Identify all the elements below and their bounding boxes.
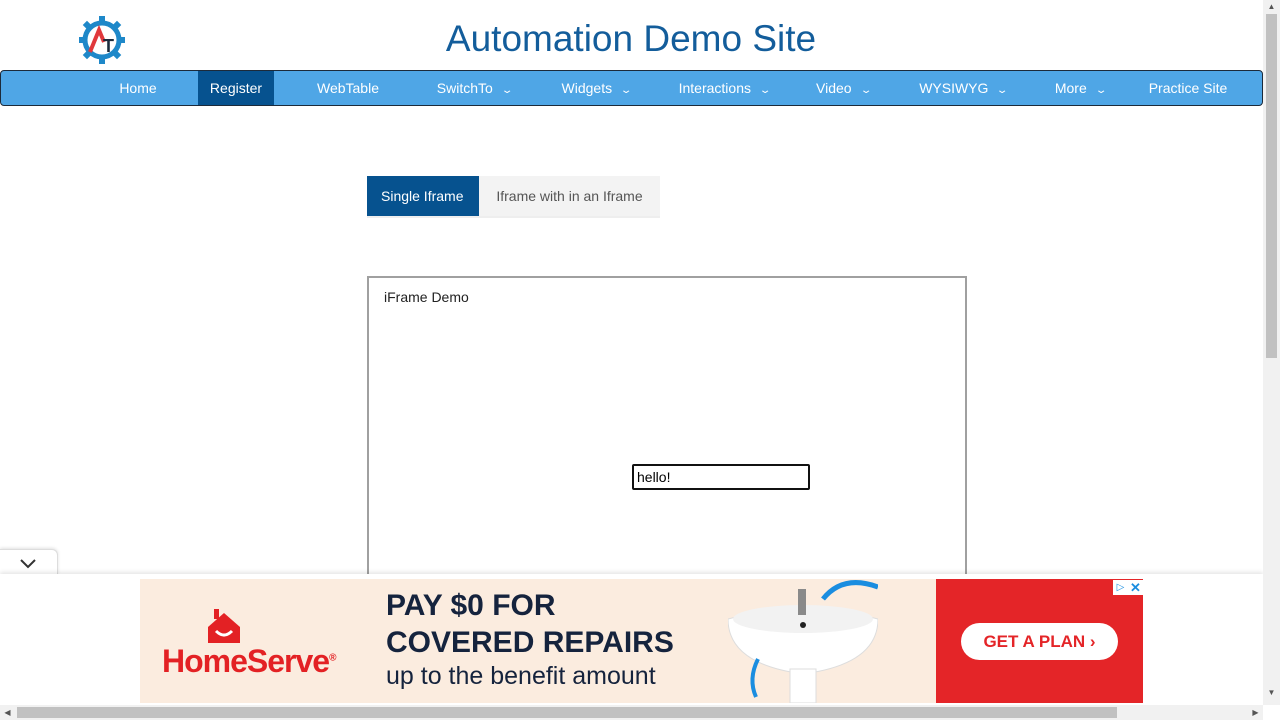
ad-collapse-toggle[interactable] [0, 549, 58, 575]
nav-interactions[interactable]: Interactions ⌄ [662, 71, 786, 105]
nav-webtable-label: WebTable [316, 80, 379, 96]
page: T Automation Demo Site Home Register Web… [0, 0, 1280, 720]
nav-home[interactable]: Home [101, 71, 175, 105]
chevron-down-icon [20, 559, 36, 569]
scroll-left-arrow-icon[interactable]: ◀ [0, 705, 15, 720]
nav-more[interactable]: More ⌄ [1036, 71, 1124, 105]
tab-single-iframe[interactable]: Single Iframe [367, 176, 479, 216]
chevron-down-icon: ⌄ [619, 85, 633, 96]
ad-headline-line2: COVERED REPAIRS [386, 626, 674, 659]
get-a-plan-button[interactable]: GET A PLAN › [961, 623, 1118, 660]
nav-widgets[interactable]: Widgets ⌄ [541, 71, 651, 105]
nav-wysiwyg[interactable]: WYSIWYG ⌄ [901, 71, 1025, 105]
vertical-scrollbar[interactable]: ▲ ▼ [1263, 0, 1280, 705]
iframe-text-input[interactable] [632, 464, 810, 490]
ad-headline-line1: PAY $0 FOR [386, 589, 556, 622]
ad-brand-name: HomeServe® [162, 643, 337, 679]
sink-image [728, 580, 878, 703]
ad-headline-line3: up to the benefit amount [386, 662, 656, 690]
iframe-title: iFrame Demo [384, 289, 469, 305]
nav-register[interactable]: Register [198, 71, 274, 105]
chevron-down-icon: ⌄ [758, 85, 772, 96]
adchoices-icon[interactable]: ▷ [1113, 580, 1128, 595]
nav-switchto-label: SwitchTo [436, 80, 493, 96]
nav-practice-site-label: Practice Site [1148, 80, 1228, 96]
iframe-tabs: Single Iframe Iframe with in an Iframe [367, 176, 660, 218]
horizontal-scrollbar[interactable]: ◀ ▶ [0, 705, 1263, 720]
horizontal-scroll-thumb[interactable] [17, 707, 1117, 718]
nav-register-label: Register [209, 80, 263, 96]
nav-widgets-label: Widgets [561, 80, 613, 96]
ad-cta-panel: GET A PLAN › [936, 579, 1143, 703]
nav-more-label: More [1054, 80, 1087, 96]
scroll-right-arrow-icon[interactable]: ▶ [1248, 705, 1263, 720]
nav-wysiwyg-label: WYSIWYG [919, 80, 989, 96]
ad-banner[interactable]: HomeServe® PAY $0 FOR COVERED REPAIRS up… [140, 579, 1143, 703]
nav-practice-site[interactable]: Practice Site [1135, 71, 1241, 105]
chevron-down-icon: ⌄ [859, 85, 873, 96]
nav-home-label: Home [119, 80, 157, 96]
site-title: Automation Demo Site [445, 18, 817, 59]
nav-switchto[interactable]: SwitchTo ⌄ [419, 71, 529, 105]
nav-video[interactable]: Video ⌄ [798, 71, 888, 105]
scroll-up-arrow-icon[interactable]: ▲ [1263, 0, 1280, 14]
tab-nested-iframe[interactable]: Iframe with in an Iframe [479, 176, 660, 216]
chevron-down-icon: ⌄ [500, 85, 514, 96]
house-icon [208, 609, 240, 643]
vertical-scroll-thumb[interactable] [1266, 14, 1277, 358]
nav-video-label: Video [816, 80, 852, 96]
main-navbar: Home Register WebTable SwitchTo ⌄ Widgets… [0, 70, 1263, 106]
single-iframe: iFrame Demo [367, 276, 967, 576]
scroll-down-arrow-icon[interactable]: ▼ [1263, 686, 1280, 700]
chevron-down-icon: ⌄ [1094, 85, 1108, 96]
nav-interactions-label: Interactions [678, 80, 751, 96]
close-icon[interactable]: ✕ [1128, 580, 1143, 595]
chevron-down-icon: ⌄ [996, 85, 1009, 96]
nav-webtable[interactable]: WebTable [304, 71, 392, 105]
